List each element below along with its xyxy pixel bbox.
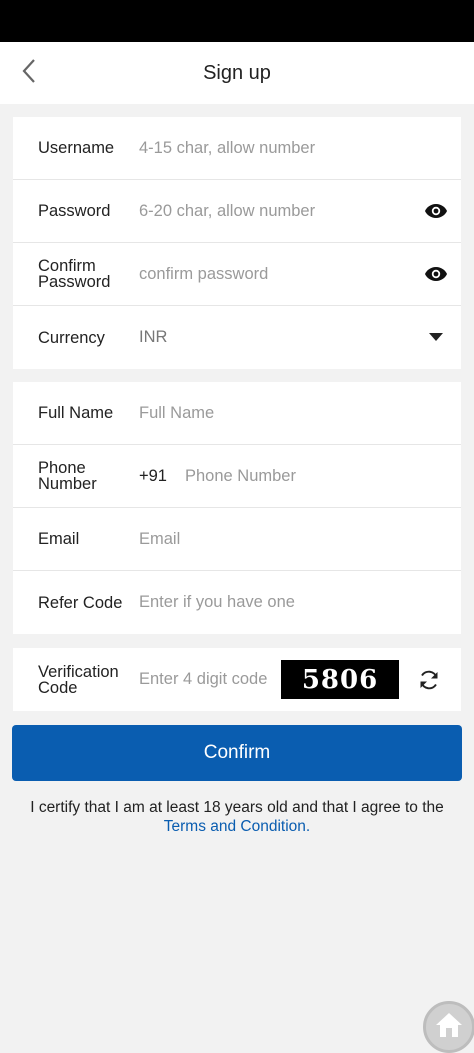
- username-label: Username: [38, 139, 115, 157]
- refer-code-label: Refer Code: [38, 593, 123, 612]
- refer-code-row: Refer Code: [13, 571, 461, 634]
- eye-icon[interactable]: [423, 198, 449, 224]
- nav-bar: Sign up: [0, 42, 474, 104]
- confirm-password-label: Confirm Password: [38, 257, 111, 291]
- email-input[interactable]: [139, 519, 461, 559]
- full-name-input[interactable]: [139, 393, 461, 433]
- full-name-label: Full Name: [38, 404, 114, 422]
- eye-icon[interactable]: [423, 261, 449, 287]
- account-card: Username Password Confirm Password Curre…: [13, 117, 461, 369]
- currency-row[interactable]: Currency INR: [13, 306, 461, 369]
- chevron-left-icon: [21, 58, 37, 89]
- page-title: Sign up: [203, 61, 271, 84]
- password-row: Password: [13, 180, 461, 243]
- terms-notice: I certify that I am at least 18 years ol…: [0, 798, 474, 836]
- captcha-image: 5806: [281, 660, 399, 699]
- full-name-row: Full Name: [13, 382, 461, 445]
- refer-code-input[interactable]: [139, 582, 461, 623]
- phone-country-code: +91: [139, 466, 167, 485]
- verification-card: Verification Code 5806: [13, 648, 461, 711]
- profile-card: Full Name Phone Number +91 Email Refer C…: [13, 382, 461, 634]
- username-input[interactable]: [139, 128, 461, 168]
- terms-link[interactable]: Terms and Condition.: [164, 818, 310, 835]
- currency-label: Currency: [38, 328, 105, 347]
- confirm-password-row: Confirm Password: [13, 243, 461, 306]
- phone-input[interactable]: [185, 456, 461, 496]
- back-button[interactable]: [12, 56, 46, 90]
- phone-label: Phone Number: [38, 459, 97, 493]
- floating-home-button[interactable]: [423, 1001, 474, 1053]
- certify-text: I certify that I am at least 18 years ol…: [30, 799, 444, 816]
- email-label: Email: [38, 530, 80, 548]
- home-icon: [434, 1011, 464, 1044]
- verification-row: Verification Code 5806: [13, 648, 461, 711]
- email-row: Email: [13, 508, 461, 571]
- confirm-button[interactable]: Confirm: [12, 725, 462, 781]
- username-row: Username: [13, 117, 461, 180]
- password-label: Password: [38, 202, 111, 220]
- currency-value[interactable]: INR: [139, 328, 461, 347]
- phone-row: Phone Number +91: [13, 445, 461, 508]
- verification-label: Verification Code: [38, 662, 119, 697]
- caret-down-icon[interactable]: [423, 325, 449, 351]
- verification-code-input[interactable]: [139, 659, 273, 700]
- password-input[interactable]: [139, 191, 461, 231]
- refresh-icon[interactable]: [417, 668, 441, 692]
- status-bar: [0, 0, 474, 42]
- confirm-password-input[interactable]: [139, 254, 461, 294]
